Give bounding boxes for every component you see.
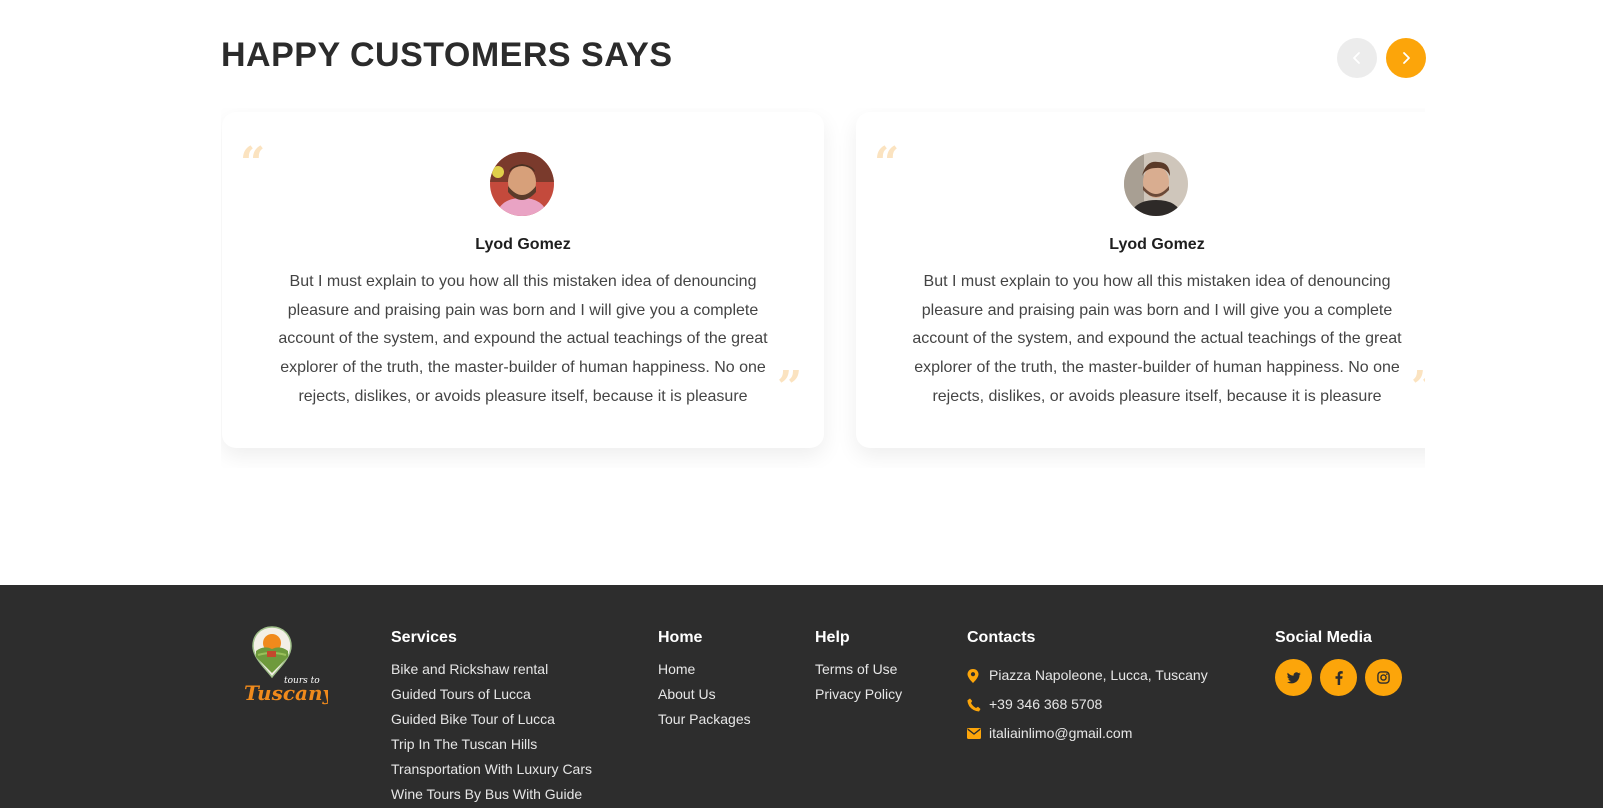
quote-close-icon: ” bbox=[777, 362, 803, 413]
testimonial-card: “ Lyod Gomez But I must explain to you h… bbox=[856, 112, 1425, 448]
help-link[interactable]: Privacy Policy bbox=[815, 686, 902, 711]
facebook-icon bbox=[1335, 670, 1343, 685]
help-column: Help Terms of Use Privacy Policy bbox=[815, 629, 902, 711]
testimonial-text: But I must explain to you how all this m… bbox=[278, 273, 768, 405]
services-column: Services Bike and Rickshaw rental Guided… bbox=[391, 629, 592, 811]
services-link[interactable]: Transportation With Luxury Cars bbox=[391, 761, 592, 786]
services-link[interactable]: Bike and Rickshaw rental bbox=[391, 661, 592, 686]
carousel-next-button[interactable] bbox=[1386, 38, 1426, 78]
testimonial-name: Lyod Gomez bbox=[1109, 236, 1205, 253]
social-column: Social Media bbox=[1275, 629, 1402, 696]
instagram-icon bbox=[1377, 671, 1390, 684]
contact-phone-text[interactable]: +39 346 368 5708 bbox=[989, 696, 1102, 713]
home-link[interactable]: About Us bbox=[658, 686, 751, 711]
contacts-column: Contacts Piazza Napoleone, Lucca, Tuscan… bbox=[967, 629, 1208, 748]
instagram-button[interactable] bbox=[1365, 659, 1402, 696]
services-link[interactable]: Wine Tours By Bus With Guide bbox=[391, 786, 592, 811]
contact-address: Piazza Napoleone, Lucca, Tuscany bbox=[967, 661, 1208, 690]
quote-close-icon: ” bbox=[1411, 366, 1425, 410]
services-link[interactable]: Guided Bike Tour of Lucca bbox=[391, 711, 592, 736]
contact-email[interactable]: italiainlimo@gmail.com bbox=[967, 719, 1208, 748]
quote-open-icon: “ bbox=[240, 138, 266, 189]
social-links bbox=[1275, 659, 1402, 696]
chevron-right-icon bbox=[1403, 52, 1410, 64]
quote-open-icon: “ bbox=[874, 138, 900, 189]
avatar bbox=[490, 152, 554, 216]
home-link[interactable]: Tour Packages bbox=[658, 711, 751, 736]
twitter-icon bbox=[1286, 671, 1301, 683]
contacts-title: Contacts bbox=[967, 629, 1036, 646]
home-column: Home Home About Us Tour Packages bbox=[658, 629, 751, 736]
home-link[interactable]: Home bbox=[658, 661, 751, 686]
testimonial-name: Lyod Gomez bbox=[475, 236, 571, 253]
phone-icon bbox=[967, 698, 989, 712]
testimonial-text: But I must explain to you how all this m… bbox=[912, 273, 1402, 405]
section-title: HAPPY CUSTOMERS SAYS bbox=[221, 36, 673, 74]
footer-logo[interactable]: tours to Tuscany bbox=[244, 625, 336, 705]
services-link[interactable]: Trip In The Tuscan Hills bbox=[391, 736, 592, 761]
map-pin-icon bbox=[967, 668, 989, 683]
contact-email-text[interactable]: italiainlimo@gmail.com bbox=[989, 725, 1132, 742]
help-link[interactable]: Terms of Use bbox=[815, 661, 902, 686]
avatar bbox=[1124, 152, 1188, 216]
help-title: Help bbox=[815, 629, 850, 646]
facebook-button[interactable] bbox=[1320, 659, 1357, 696]
carousel-prev-button[interactable] bbox=[1337, 38, 1377, 78]
social-title: Social Media bbox=[1275, 629, 1372, 646]
logo-text-big: Tuscany bbox=[244, 681, 328, 705]
home-title: Home bbox=[658, 629, 703, 646]
testimonial-carousel: “ Lyod Gomez But I must explain to you h… bbox=[221, 108, 1425, 468]
testimonial-card: “ Lyod Gomez But I must explain to you h… bbox=[222, 112, 824, 448]
twitter-button[interactable] bbox=[1275, 659, 1312, 696]
services-link[interactable]: Guided Tours of Lucca bbox=[391, 686, 592, 711]
site-footer: tours to Tuscany Services Bike and Ricks… bbox=[0, 585, 1603, 808]
contact-phone[interactable]: +39 346 368 5708 bbox=[967, 690, 1208, 719]
services-title: Services bbox=[391, 629, 457, 646]
chevron-left-icon bbox=[1353, 52, 1360, 64]
contact-address-text: Piazza Napoleone, Lucca, Tuscany bbox=[989, 667, 1208, 683]
envelope-icon bbox=[967, 728, 989, 739]
